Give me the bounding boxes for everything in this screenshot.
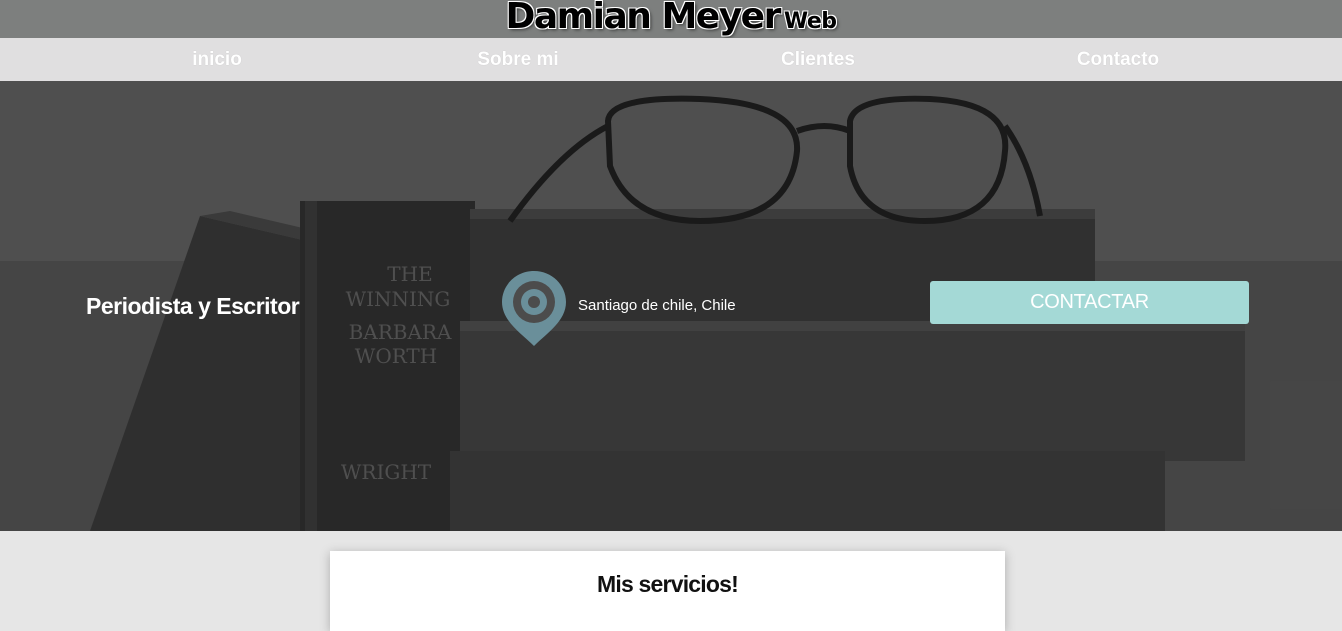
contact-button[interactable]: CONTACTAR (930, 281, 1249, 324)
main-nav: inicio Sobre mi Clientes Contacto (0, 38, 1342, 81)
site-title: Damian Meyer Web (505, 0, 837, 43)
site-header: Damian Meyer Web (0, 0, 1342, 38)
nav-item-inicio[interactable]: inicio (67, 38, 367, 81)
nav-item-contacto[interactable]: Contacto (968, 38, 1268, 81)
site-title-suffix: Web (783, 9, 837, 34)
location-text: Santiago de chile, Chile (578, 297, 736, 314)
nav-item-clientes[interactable]: Clientes (668, 38, 968, 81)
map-pin-icon (502, 271, 566, 346)
nav-item-sobre-mi[interactable]: Sobre mi (368, 38, 668, 81)
hero-tagline: Periodista y Escritor (86, 293, 300, 319)
hero-section: THE WINNING BARBARA WORTH WRIGHT Periodi… (0, 81, 1342, 531)
site-title-main: Damian Meyer (505, 0, 781, 37)
services-card: Mis servicios! (330, 551, 1005, 631)
services-heading: Mis servicios! (597, 571, 739, 597)
